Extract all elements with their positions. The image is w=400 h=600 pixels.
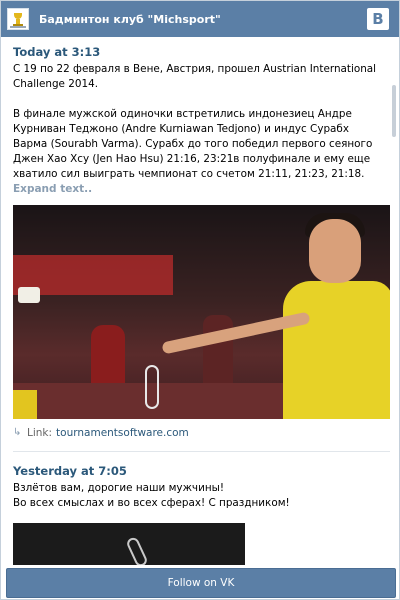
club-logo-icon[interactable] [7,8,29,30]
feed-scrollbar[interactable] [392,85,396,137]
link-url[interactable]: tournamentsoftware.com [56,427,189,439]
post-date[interactable]: Yesterday at 7:05 [13,464,381,478]
post-item: Today at 3:13 С 19 по 22 февраля в Вене,… [1,37,393,452]
vk-widget: Бадминтон клуб "Michsport" B Today at 3:… [0,0,400,600]
post-paragraph: С 19 по 22 февраля в Вене, Австрия, прош… [13,63,377,90]
post-item: Yesterday at 7:05 Взлётов вам, дорогие н… [1,452,393,565]
post-link: ↳ Link: tournamentsoftware.com [13,427,381,439]
post-photo[interactable] [13,523,245,565]
post-text: Взлётов вам, дорогие наши мужчины! Во вс… [13,481,381,511]
expand-text-link[interactable]: Expand text.. [13,183,92,195]
link-arrow-icon: ↳ [13,427,22,438]
post-paragraph: Взлётов вам, дорогие наши мужчины! [13,482,224,494]
post-feed: Today at 3:13 С 19 по 22 февраля в Вене,… [1,37,399,565]
widget-header: Бадминтон клуб "Michsport" B [1,1,399,37]
post-date[interactable]: Today at 3:13 [13,45,381,59]
follow-button[interactable]: Follow on VK [6,568,396,598]
post-text: С 19 по 22 февраля в Вене, Австрия, прош… [13,62,381,182]
club-title[interactable]: Бадминтон клуб "Michsport" [39,13,367,26]
post-paragraph: В финале мужской одиночки встретились ин… [13,108,373,180]
post-paragraph: Во всех смыслах и во всех сферах! С праз… [13,497,290,509]
link-prefix: Link: [27,427,53,439]
post-photo[interactable] [13,205,390,419]
vk-icon[interactable]: B [367,8,389,30]
